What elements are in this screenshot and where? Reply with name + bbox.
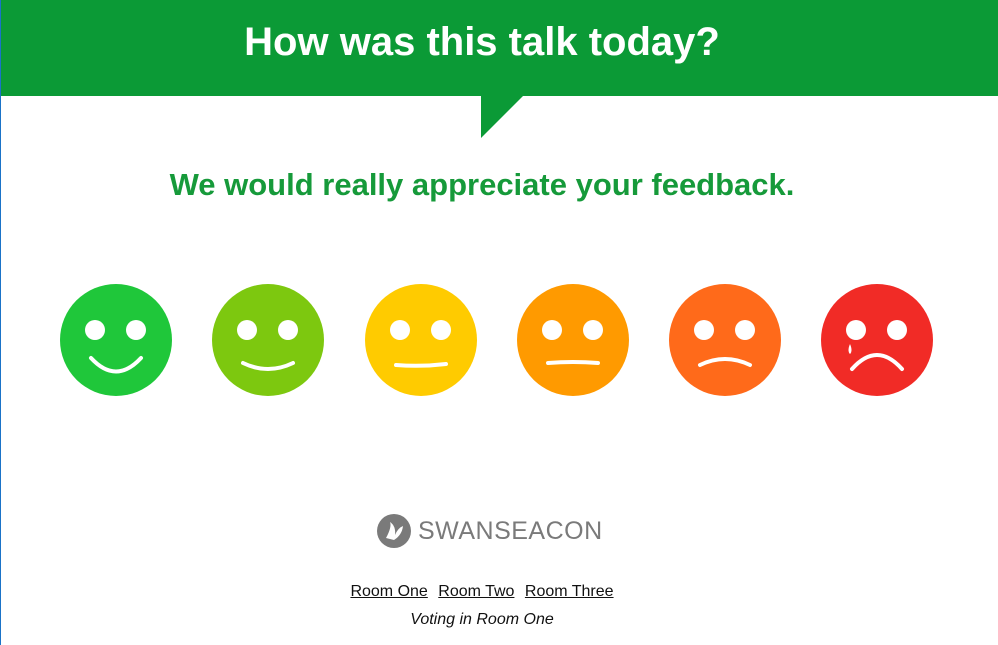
happy-face-button[interactable] [211, 283, 325, 397]
face-circle [365, 284, 477, 396]
face-circle [821, 284, 933, 396]
subtitle: We would really appreciate your feedback… [169, 167, 795, 202]
face-circle [669, 284, 781, 396]
face-circle [212, 284, 324, 396]
banner-pointer [481, 96, 523, 138]
happy-face-icon [212, 284, 324, 396]
very-sad-face-icon [821, 284, 933, 396]
swan-logo-icon [377, 514, 411, 548]
voting-status: Voting in Room One [410, 611, 554, 628]
face-circle [517, 284, 629, 396]
room-three-link[interactable]: Room Three [525, 583, 614, 600]
header-banner: How was this talk today? [1, 0, 998, 96]
room-two-link[interactable]: Room Two [438, 583, 514, 600]
meh-face-button[interactable] [516, 283, 630, 397]
very-happy-face-button[interactable] [59, 283, 173, 397]
swanseacon-logo: SWANSEACON [376, 512, 603, 550]
room-links: Room One Room Two Room Three [1, 582, 963, 602]
page-title: How was this talk today? [244, 20, 720, 64]
neutral-face-icon [365, 284, 477, 396]
rating-faces [1, 283, 998, 397]
sad-face-button[interactable] [668, 283, 782, 397]
meh-face-icon [517, 284, 629, 396]
very-sad-face-button[interactable] [820, 283, 934, 397]
very-happy-face-icon [60, 284, 172, 396]
neutral-face-button[interactable] [364, 283, 478, 397]
sad-face-icon [669, 284, 781, 396]
logo-text: SWANSEACON [418, 517, 603, 545]
feedback-page: How was this talk today? We would really… [0, 0, 998, 645]
room-one-link[interactable]: Room One [350, 583, 427, 600]
face-circle [60, 284, 172, 396]
